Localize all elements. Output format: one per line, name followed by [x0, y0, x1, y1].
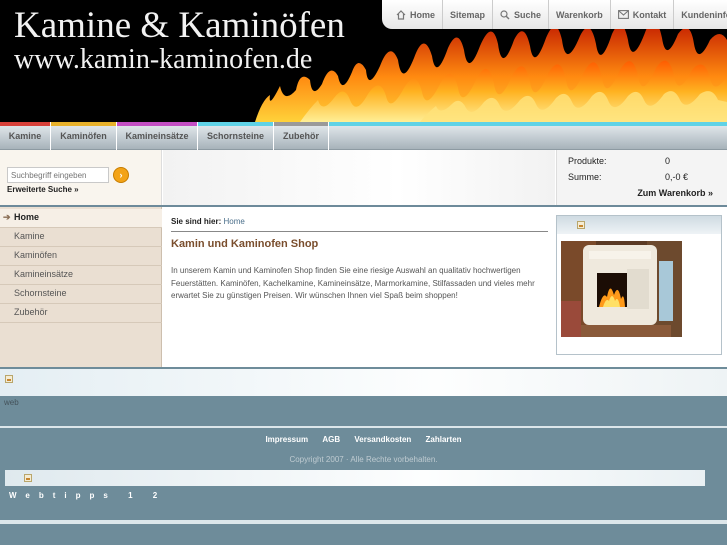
advanced-search-link[interactable]: Erweiterte Suche »: [7, 185, 79, 194]
sidebar: ➔ Home Kamine Kaminöfen Kamineinsätze Sc…: [0, 207, 162, 367]
category-navigation: Kamine Kaminöfen Kamineinsätze Schornste…: [0, 122, 727, 150]
sidebar-item-kamineinsaetze[interactable]: Kamineinsätze: [0, 266, 162, 285]
footer-link-agb[interactable]: AGB: [322, 435, 340, 444]
search-input[interactable]: [7, 167, 109, 183]
home-icon: [396, 9, 406, 20]
footer-banner-strip-2: [5, 470, 705, 486]
top-navigation: Home Sitemap Suche Warenkorb Kontakt Kun…: [382, 0, 727, 29]
topnav-kontakt[interactable]: Kontakt: [609, 0, 674, 29]
cart-products-label: Produkte:: [568, 156, 607, 166]
sidebar-item-kaminoefen[interactable]: Kaminöfen: [0, 247, 162, 266]
category-color-bar: [51, 122, 116, 126]
footer-link-versandkosten[interactable]: Versandkosten: [354, 435, 411, 444]
breadcrumb-divider: [171, 231, 548, 232]
sidebar-item-label: Kaminöfen: [14, 250, 58, 260]
category-kamine[interactable]: Kamine: [0, 122, 51, 150]
topnav-sitemap-label: Sitemap: [450, 9, 486, 20]
category-schornsteine[interactable]: Schornsteine: [198, 122, 274, 150]
site-url: www.kamin-kaminofen.de: [14, 44, 313, 75]
mail-icon: [617, 10, 629, 19]
sidebar-item-label: Kamineinsätze: [14, 269, 74, 279]
category-label: Kaminöfen: [60, 131, 107, 141]
header-banner: Kamine & Kaminöfen www.kamin-kaminofen.d…: [0, 0, 727, 122]
web-text: web: [4, 398, 19, 407]
topnav-kundeninfo-label: Kundeninfo: [681, 9, 727, 20]
sidebar-item-label: Kamine: [14, 231, 45, 241]
category-kamineinsaetze[interactable]: Kamineinsätze: [117, 122, 198, 150]
topnav-sitemap[interactable]: Sitemap: [442, 0, 492, 29]
footer: web Impressum AGB Versandkosten Zahlarte…: [0, 367, 727, 545]
category-color-bar: [0, 122, 50, 126]
broken-image-icon: [5, 375, 13, 383]
sidebar-item-label: Home: [14, 212, 40, 222]
webtipps-pagination[interactable]: Webtipps 1 2: [9, 491, 166, 500]
footer-banner-strip: [0, 369, 727, 396]
sidebar-item-kamine[interactable]: Kamine: [0, 228, 162, 247]
search-bar: › Erweiterte Suche » Produkte: 0 Summe: …: [0, 150, 727, 206]
topnav-warenkorb[interactable]: Warenkorb: [548, 0, 610, 29]
category-label: Schornsteine: [206, 131, 264, 141]
copyright-text: Copyright 2007 · Alle Rechte vorbehalten…: [289, 455, 438, 464]
broken-image-icon: [24, 474, 32, 482]
sidebar-item-schornsteine[interactable]: Schornsteine: [0, 285, 162, 304]
featured-box-header: [557, 216, 721, 234]
sidebar-item-label: Schornsteine: [14, 288, 67, 298]
category-kaminoefen[interactable]: Kaminöfen: [51, 122, 117, 150]
search-panel: › Erweiterte Suche »: [0, 150, 162, 206]
main-content: Sie sind hier: Home Kamin und Kaminofen …: [163, 207, 555, 367]
footer-link-impressum[interactable]: Impressum: [265, 435, 308, 444]
cart-sum-label: Summe:: [568, 172, 602, 182]
catnav-stripe: [329, 122, 727, 126]
category-color-bar: [274, 122, 328, 126]
footer-link-zahlarten[interactable]: Zahlarten: [426, 435, 462, 444]
topnav-kontakt-label: Kontakt: [632, 9, 667, 20]
topnav-suche[interactable]: Suche: [492, 0, 548, 29]
sidebar-item-home[interactable]: ➔ Home: [0, 209, 162, 228]
topnav-home[interactable]: Home: [382, 0, 442, 29]
topnav-suche-label: Suche: [514, 9, 542, 20]
right-column: [556, 207, 727, 367]
category-label: Kamine: [8, 131, 42, 141]
featured-image-box: [556, 215, 722, 355]
cart-summary: Produkte: 0 Summe: 0,-0 € Zum Warenkorb …: [556, 150, 727, 206]
sidebar-item-zubehoer[interactable]: Zubehör: [0, 304, 162, 323]
topnav-warenkorb-label: Warenkorb: [556, 9, 603, 20]
category-label: Kamineinsätze: [125, 131, 189, 141]
search-icon: [500, 9, 510, 19]
sidebar-item-label: Zubehör: [14, 307, 48, 317]
arrow-right-icon: ›: [119, 170, 123, 180]
topnav-home-label: Home: [410, 9, 436, 20]
category-color-bar: [117, 122, 197, 126]
page-title: Kamin und Kaminofen Shop: [171, 238, 319, 250]
breadcrumb-label: Sie sind hier:: [171, 217, 222, 226]
breadcrumb-home-link[interactable]: Home: [223, 217, 244, 226]
category-color-bar: [198, 122, 273, 126]
search-bar-filler: [163, 150, 555, 206]
cart-products-value: 0: [665, 156, 671, 166]
arrow-right-icon: ➔: [3, 212, 11, 222]
cart-sum-value: 0,-0 €: [665, 172, 689, 182]
breadcrumb: Sie sind hier: Home: [171, 217, 245, 226]
go-to-cart-link[interactable]: Zum Warenkorb »: [637, 188, 713, 198]
search-submit-button[interactable]: ›: [113, 167, 129, 183]
intro-text: In unserem Kamin und Kaminofen Shop find…: [171, 266, 535, 300]
footer-divider: [0, 426, 727, 428]
category-zubehoer[interactable]: Zubehör: [274, 122, 329, 150]
topnav-kundeninfo[interactable]: Kundeninfo: [673, 0, 727, 29]
fireplace-photo[interactable]: [561, 241, 682, 337]
site-title: Kamine & Kaminöfen: [14, 5, 345, 46]
footer-links: Impressum AGB Versandkosten Zahlarten: [0, 435, 727, 444]
footer-bottom-line: [0, 520, 727, 524]
broken-image-icon: [577, 221, 585, 229]
category-label: Zubehör: [283, 131, 319, 141]
page: Kamine & Kaminöfen www.kamin-kaminofen.d…: [0, 0, 727, 545]
